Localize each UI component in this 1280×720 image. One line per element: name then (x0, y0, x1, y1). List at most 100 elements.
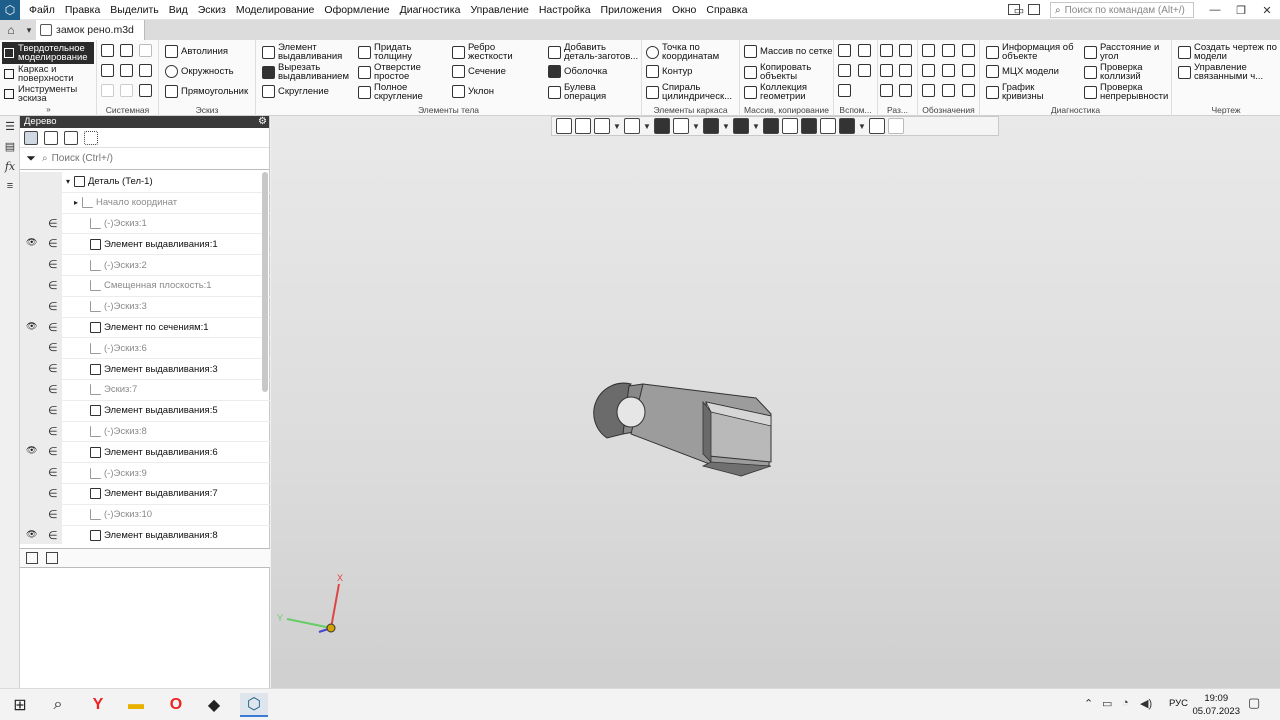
menu-item[interactable]: Эскиз (193, 0, 231, 20)
eye-icon[interactable]: 👁 (26, 446, 37, 456)
close-button[interactable]: ✕ (1254, 4, 1280, 17)
dim-icon-4[interactable] (899, 64, 912, 77)
relation-icon[interactable]: ∈ (48, 383, 58, 396)
fillet-button[interactable]: Скругление (262, 85, 329, 98)
relation-icon[interactable]: ∈ (48, 425, 58, 438)
network-icon[interactable]: ▭ (1102, 697, 1112, 710)
layers-icon[interactable]: ≡ (0, 176, 20, 196)
tree-scrollbar[interactable] (262, 172, 268, 392)
notation-icon-3[interactable] (962, 44, 975, 57)
lock-part-model[interactable] (593, 382, 772, 477)
save-icon[interactable] (139, 44, 152, 57)
variables-fx-icon[interactable]: fx (0, 156, 20, 176)
menu-item[interactable]: Выделить (105, 0, 163, 20)
wifi-icon[interactable]: ◔ (1122, 697, 1129, 709)
tree-row[interactable]: ∈ (-)Эскиз:3 (20, 296, 270, 318)
tree-row[interactable]: ∈ (-)Эскиз:8 (20, 421, 270, 443)
mode-wireframe-surfaces[interactable]: Каркас и поверхности (2, 63, 94, 85)
tree-row[interactable]: 👁 ∈ Элемент выдавливания:6 (20, 442, 270, 464)
geometry-collection-button[interactable]: Коллекция геометрии (744, 83, 830, 101)
tree-row[interactable]: ∈ (-)Эскиз:10 (20, 504, 270, 526)
shell-button[interactable]: Оболочка (548, 65, 607, 78)
offset-plane-icon[interactable] (838, 64, 851, 77)
yandex-browser-icon[interactable]: Y (84, 693, 112, 717)
volume-icon[interactable]: ◀) (1140, 697, 1152, 710)
tree-row[interactable]: 👁 ∈ Элемент выдавливания:1 (20, 234, 270, 256)
create-drawing-button[interactable]: Создать чертеж по модели (1178, 43, 1278, 61)
contour-button[interactable]: Контур (646, 65, 692, 78)
expand-icon[interactable]: ▾ (62, 177, 74, 186)
notation-icon-9[interactable] (962, 84, 975, 97)
notation-icon[interactable] (922, 44, 935, 57)
boolean-button[interactable]: Булева операция (548, 83, 618, 101)
notation-icon-5[interactable] (942, 64, 955, 77)
copy-icon[interactable] (120, 64, 133, 77)
print-icon[interactable] (101, 64, 114, 77)
line-icon[interactable] (838, 84, 851, 97)
tree-search-input[interactable] (51, 153, 252, 164)
full-fillet-button[interactable]: Полное скругление (358, 83, 428, 101)
object-info-button[interactable]: Информация об объекте (986, 43, 1078, 61)
relation-icon[interactable]: ∈ (48, 362, 58, 375)
opera-icon[interactable]: O (162, 693, 190, 717)
rib-button[interactable]: Ребро жесткости (452, 43, 522, 61)
file-explorer-icon[interactable]: ▬ (122, 693, 150, 717)
tree-sort-icon[interactable] (44, 130, 58, 145)
tree-row[interactable]: ∈ (-)Эскиз:9 (20, 463, 270, 484)
eye-icon[interactable]: 👁 (26, 322, 37, 332)
dim-icon-2[interactable] (899, 44, 912, 57)
notifications-icon[interactable]: ▢ (1248, 695, 1260, 711)
undo-icon[interactable] (101, 84, 114, 97)
menu-item[interactable]: Диагностика (395, 0, 466, 20)
menu-item[interactable]: Вид (164, 0, 193, 20)
draft-button[interactable]: Уклон (452, 85, 494, 98)
relation-icon[interactable]: ∈ (48, 237, 58, 250)
notation-icon-7[interactable] (922, 84, 935, 97)
relation-icon[interactable]: ∈ (48, 341, 58, 354)
mass-properties-button[interactable]: МЦХ модели (986, 65, 1059, 78)
menu-item[interactable]: Приложения (596, 0, 667, 20)
notation-icon-8[interactable] (942, 84, 955, 97)
menu-item[interactable]: Оформление (319, 0, 394, 20)
dim-icon[interactable] (880, 44, 893, 57)
panel-toggle-icon-2[interactable] (1028, 4, 1040, 15)
tree-row[interactable]: 👁 ∈ Элемент выдавливания:8 (20, 525, 270, 544)
section-button[interactable]: Сечение (452, 65, 506, 78)
notation-icon-6[interactable] (962, 64, 975, 77)
chevron-up-icon[interactable]: ⌃ (1084, 697, 1093, 710)
tree-relations-icon[interactable] (64, 130, 78, 145)
relation-icon[interactable]: ∈ (48, 258, 58, 271)
tree-row[interactable]: ∈ (-)Эскиз:1 (20, 213, 270, 235)
search-icon[interactable]: ⌕ (44, 693, 72, 717)
notation-icon-4[interactable] (922, 64, 935, 77)
extrude-button[interactable]: Элемент выдавливания (262, 43, 354, 61)
cs-icon[interactable] (858, 64, 871, 77)
tree-structure-icon[interactable] (24, 130, 38, 145)
plane-icon[interactable] (838, 44, 851, 57)
relation-icon[interactable]: ∈ (48, 445, 58, 458)
linked-drawings-button[interactable]: Управление связанными ч... (1178, 63, 1278, 81)
relation-icon[interactable]: ∈ (48, 487, 58, 500)
gear-icon[interactable]: ⚙ (258, 116, 267, 128)
tree-row[interactable]: ▸ Начало координат (20, 192, 270, 214)
tree-tab-icon[interactable] (26, 552, 38, 564)
maximize-button[interactable]: ❐ (1228, 4, 1254, 17)
properties-icon[interactable] (139, 84, 152, 97)
eye-icon[interactable]: 👁 (26, 238, 37, 248)
point-by-coords-button[interactable]: Точка по координатам (646, 43, 736, 61)
cut-extrude-button[interactable]: Вырезать выдавливанием (262, 63, 357, 81)
relation-icon[interactable]: ∈ (48, 300, 58, 313)
grid-array-button[interactable]: Массив по сетке (744, 45, 832, 58)
continuity-check-button[interactable]: Проверка непрерывности (1084, 83, 1172, 101)
relation-icon[interactable]: ∈ (48, 508, 58, 521)
tree-tab-icon-2[interactable] (46, 552, 58, 564)
rectangle-button[interactable]: Прямоугольник (165, 85, 248, 98)
dim-icon-6[interactable] (899, 84, 912, 97)
add-blank-part-button[interactable]: Добавить деталь-заготов... (548, 43, 640, 61)
menu-item[interactable]: Файл (24, 0, 60, 20)
notation-icon-2[interactable] (942, 44, 955, 57)
mode-sketch-tools[interactable]: Инструменты эскиза (2, 83, 94, 105)
menu-item[interactable]: Моделирование (231, 0, 320, 20)
tree-row[interactable]: ∈ Элемент выдавливания:7 (20, 483, 270, 505)
kompas-taskbar-icon[interactable]: ⬡ (240, 693, 268, 717)
